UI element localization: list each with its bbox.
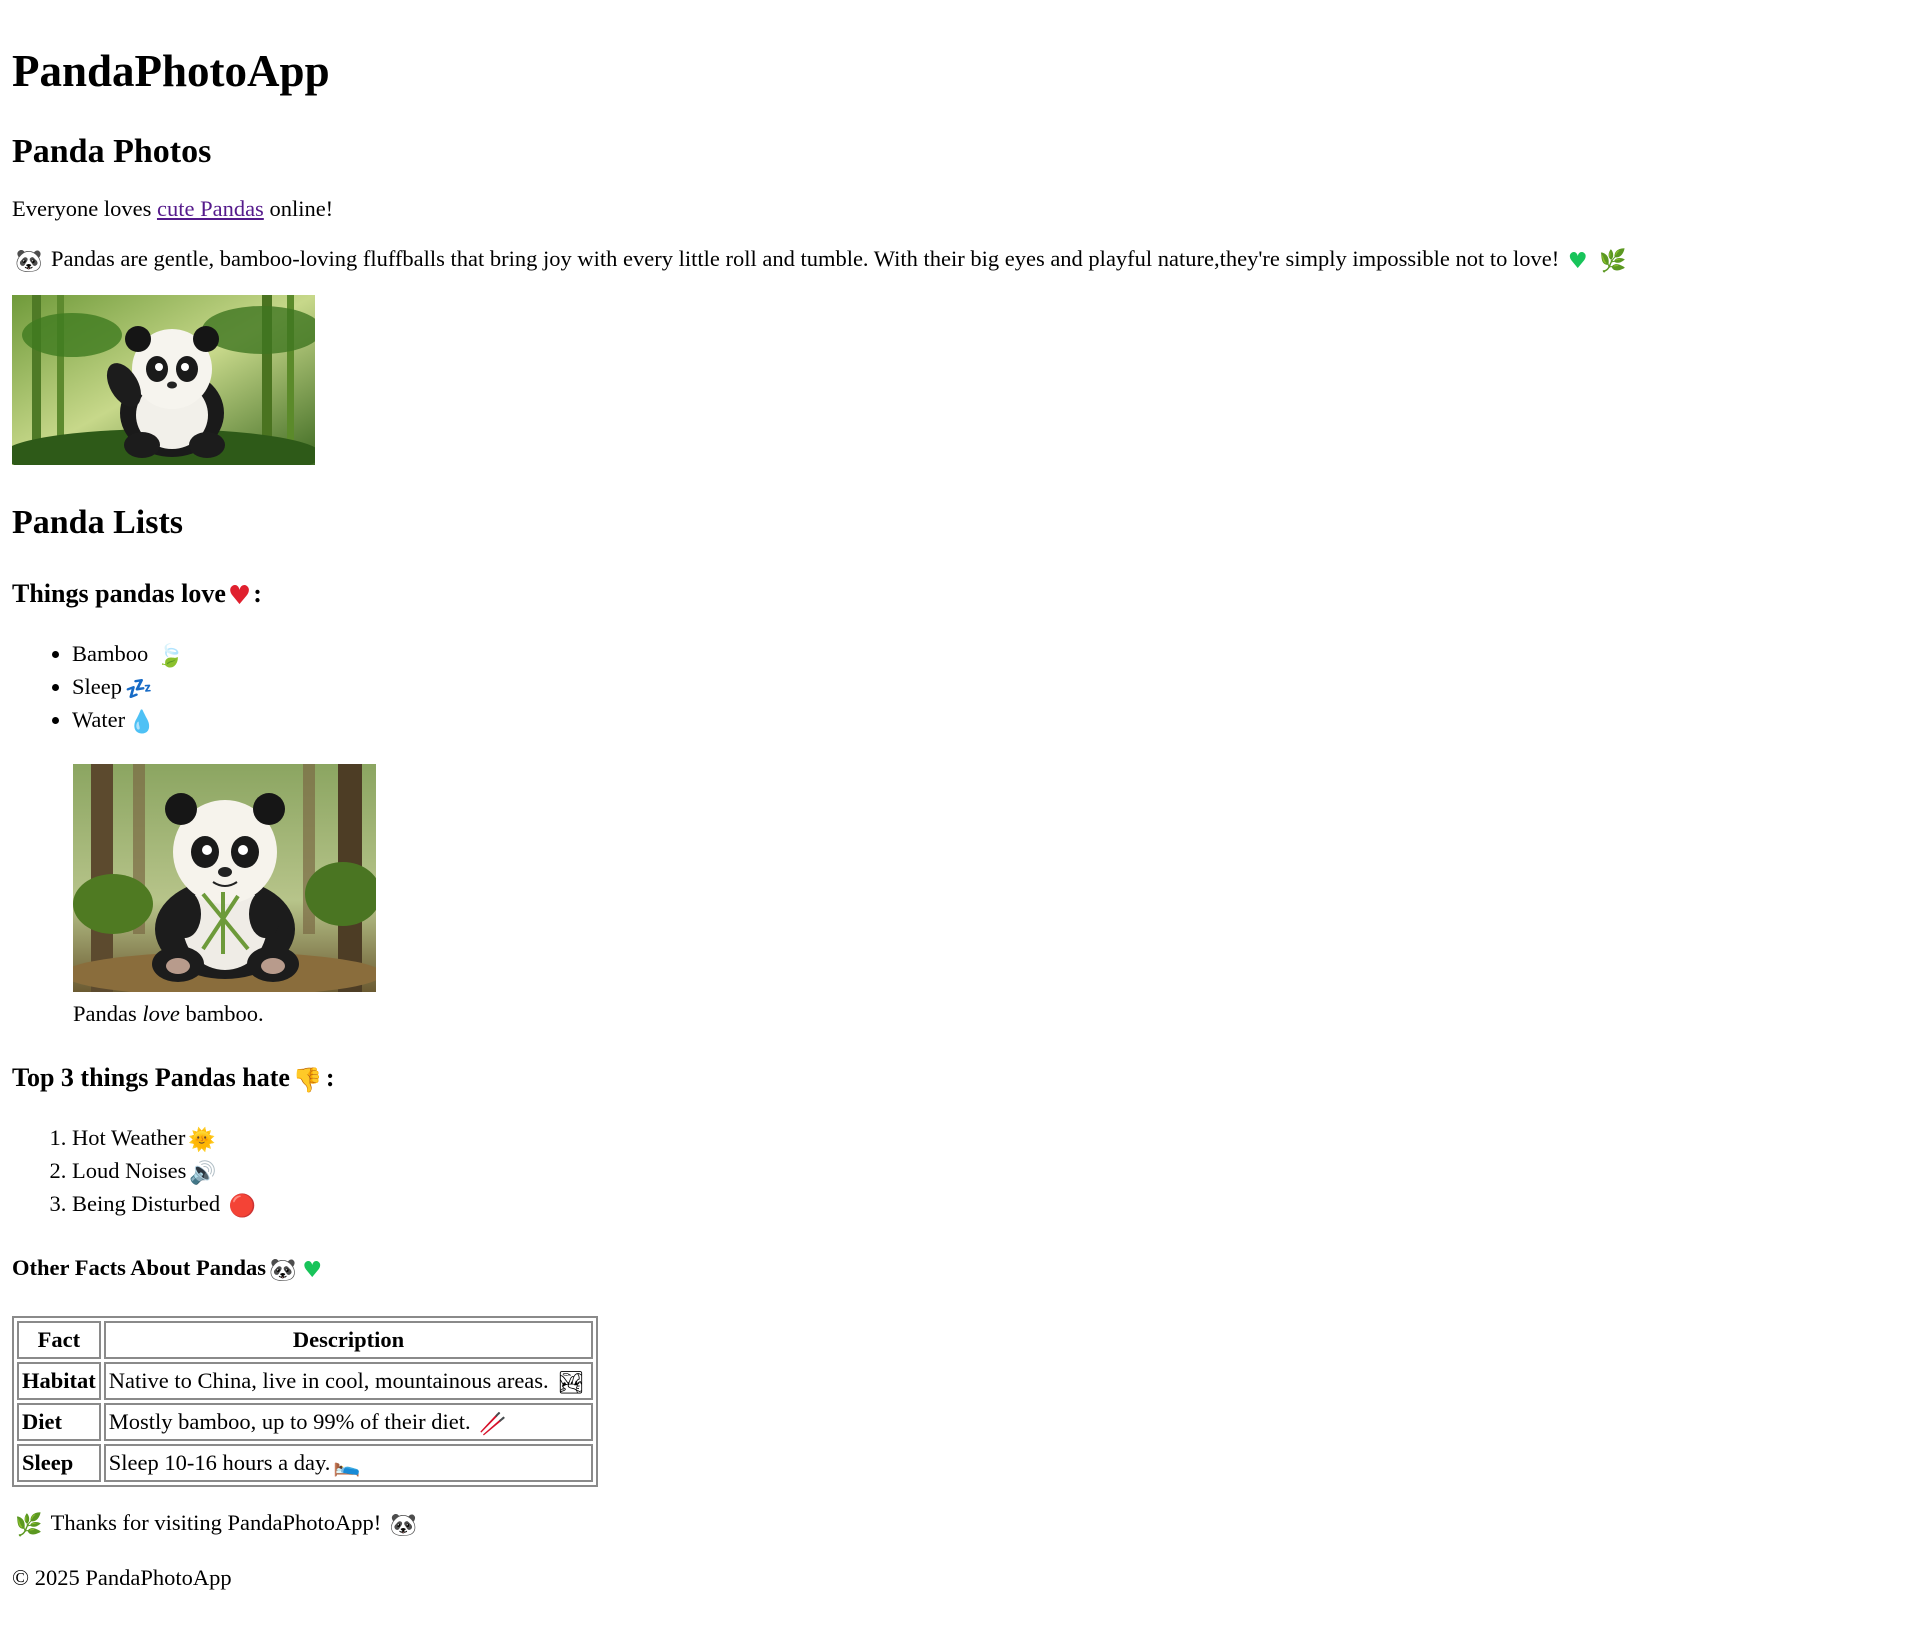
zzz-icon: 💤: [125, 677, 153, 703]
loves-heading: Things pandas love♥:: [12, 578, 262, 611]
green-heart-icon: ♥: [302, 1258, 323, 1284]
description-cell: Mostly bamboo, up to 99% of their diet. …: [103, 1403, 594, 1442]
intro-prefix: Everyone loves: [12, 195, 157, 221]
description-cell: Sleep 10-16 hours a day. 🛌: [103, 1444, 594, 1483]
fact-cell: Habitat: [17, 1362, 101, 1401]
description-paragraph: 🐼 Pandas are gentle, bamboo-loving fluff…: [12, 245, 1908, 273]
panda-face-icon: 🐼: [15, 248, 43, 274]
panda-photo-bamboo-forest: [12, 295, 315, 466]
panda-face-icon: 🐼: [389, 1513, 418, 1539]
column-header-fact: Fact: [17, 1321, 101, 1360]
thanks-message: 🌿 Thanks for visiting PandaPhotoApp! 🐼: [15, 1510, 418, 1539]
facts-table: Fact Description Habitat Native to China…: [12, 1316, 599, 1488]
panda-lists-section: Panda Lists Things pandas love♥: Bamboo …: [12, 503, 1908, 1220]
photos-heading: Panda Photos: [12, 133, 212, 170]
speaker-icon: 🔊: [189, 1161, 217, 1187]
facts-section: Other Facts About Pandas 🐼 ♥ Fact Descript…: [12, 1254, 1908, 1488]
description-cell: Native to China, live in cool, mountaino…: [103, 1362, 594, 1401]
intro-suffix: online!: [263, 195, 334, 221]
landscape-icon: 🏞: [557, 1371, 586, 1397]
red-circle-icon: 🔴: [228, 1194, 257, 1220]
intro-paragraph: Everyone loves cute Pandas online!: [12, 195, 1908, 223]
list-item: Hot Weather🌞: [72, 1121, 1908, 1154]
cute-pandas-link[interactable]: cute Pandas: [157, 196, 264, 221]
list-item: Water💧: [72, 703, 1908, 736]
leaf-icon: 🍃: [156, 644, 185, 670]
bamboo-figure: Pandas love bamboo.: [73, 764, 1908, 1028]
fact-cell: Diet: [17, 1403, 101, 1442]
fact-cell: Sleep: [17, 1444, 101, 1483]
description-text: Pandas are gentle, bamboo-loving fluffba…: [51, 245, 1560, 271]
copyright: © 2025 PandaPhotoApp: [12, 1564, 232, 1590]
bed-icon: 🛌: [333, 1453, 361, 1479]
column-header-description: Description: [103, 1321, 594, 1360]
table-row: Habitat Native to China, live in cool, m…: [17, 1362, 594, 1401]
list-item: Bamboo 🍃: [72, 637, 1908, 670]
table-row: Sleep Sleep 10-16 hours a day. 🛌: [17, 1444, 594, 1483]
herb-icon: 🌿: [1599, 248, 1627, 274]
thumbs-down-icon: 👎: [292, 1066, 323, 1095]
list-item: Being Disturbed 🔴: [72, 1187, 1908, 1220]
red-heart-icon: ♥: [227, 580, 252, 611]
panda-face-icon: 🐼: [268, 1258, 297, 1284]
panda-eating-bamboo-photo: [73, 764, 376, 993]
herb-icon: 🌿: [15, 1513, 43, 1539]
droplet-icon: 💧: [128, 710, 156, 736]
green-heart-icon: ♥: [1567, 248, 1588, 274]
panda-photos-section: Panda Photos Everyone loves cute Pandas …: [12, 132, 1908, 466]
loves-list: Bamboo 🍃 Sleep💤 Water💧: [12, 637, 1908, 736]
list-item: Sleep💤: [72, 670, 1908, 703]
list-item: Loud Noises🔊: [72, 1154, 1908, 1187]
table-row: Diet Mostly bamboo, up to 99% of their d…: [17, 1403, 594, 1442]
hates-heading-text: Top 3 things Pandas hate: [12, 1063, 290, 1093]
sun-icon: 🌞: [188, 1128, 216, 1154]
lists-heading: Panda Lists: [12, 504, 183, 542]
page-footer: 🌿 Thanks for visiting PandaPhotoApp! 🐼 ©…: [12, 1509, 1908, 1591]
loves-heading-text: Things pandas love: [12, 578, 226, 608]
app-title: PandaPhotoApp: [12, 46, 330, 96]
figure-caption: Pandas love bamboo.: [73, 1001, 264, 1027]
hates-heading: Top 3 things Pandas hate 👎:: [12, 1063, 335, 1095]
facts-heading: Other Facts About Pandas 🐼 ♥: [12, 1255, 323, 1284]
hates-list: Hot Weather🌞 Loud Noises🔊 Being Disturbe…: [12, 1121, 1908, 1220]
chopsticks-icon: 🥢: [479, 1412, 507, 1438]
table-header-row: Fact Description: [17, 1321, 594, 1360]
